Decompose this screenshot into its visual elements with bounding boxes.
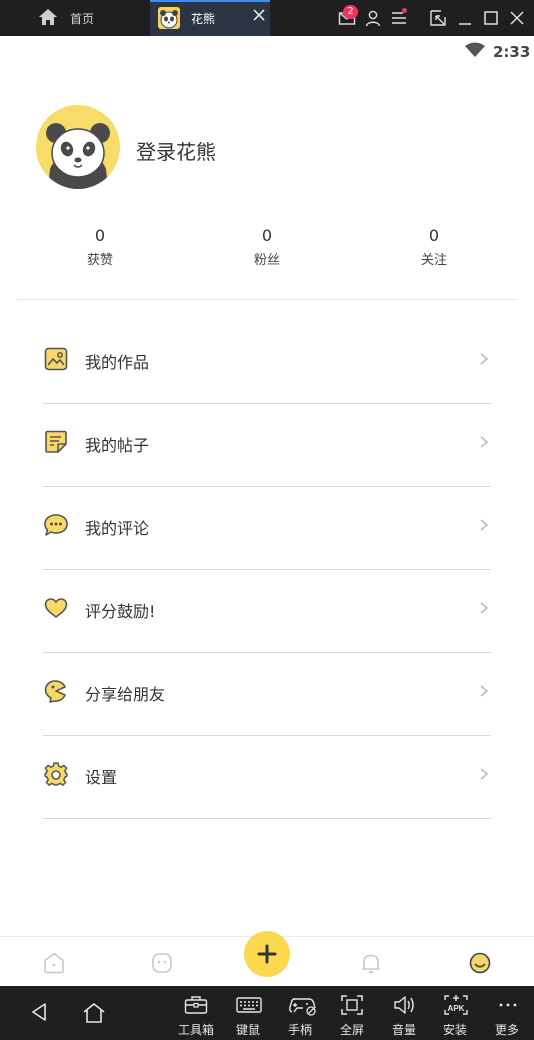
tool-label: 音量: [391, 1023, 416, 1037]
stat-likes[interactable]: 0 获赞: [60, 226, 140, 268]
tool-volume[interactable]: 音量: [379, 986, 429, 1040]
back-icon[interactable]: [30, 1002, 48, 1022]
wifi-icon: [465, 42, 485, 57]
chevron-right-icon: [480, 685, 489, 697]
fullscreen-icon: [341, 995, 363, 1015]
message-badge: 2: [343, 5, 358, 19]
chevron-right-icon: [480, 602, 489, 614]
stat-label: 粉丝: [253, 253, 280, 268]
stat-value: 0: [94, 226, 106, 245]
heart-icon: [44, 598, 68, 618]
emulator-toolbar: 工具箱 键鼠 手柄 全屏 音量 APK 安装 更多: [0, 986, 534, 1040]
menu-item-settings[interactable]: 设置: [43, 736, 491, 819]
volume-icon: [394, 996, 414, 1014]
emulator-title-bar: 首页 花熊 2: [0, 0, 534, 36]
home-icon[interactable]: [42, 951, 66, 975]
note-icon: [45, 430, 67, 453]
gear-icon: [44, 762, 68, 786]
status-time: 2:33: [493, 43, 531, 61]
menu-item-label: 评分鼓励!: [85, 602, 156, 621]
close-window-icon[interactable]: [508, 9, 526, 27]
chevron-right-icon: [480, 519, 489, 531]
menu-notification-dot: [402, 8, 407, 13]
tool-keyboard-mouse[interactable]: 键鼠: [223, 986, 273, 1040]
divider: [17, 299, 517, 300]
panda-app-icon: [158, 7, 180, 29]
stat-value: 0: [428, 226, 440, 245]
gamepad-icon: [289, 998, 316, 1016]
login-prompt[interactable]: 登录花熊: [136, 136, 216, 165]
tool-more[interactable]: 更多: [482, 986, 532, 1040]
menu-item-label: 我的帖子: [85, 436, 150, 455]
tab-app[interactable]: 花熊: [150, 0, 270, 36]
minimize-icon[interactable]: [456, 9, 474, 27]
tool-install-apk[interactable]: APK 安装: [430, 986, 480, 1040]
android-status-bar: 2:33: [0, 36, 534, 66]
tool-label: 手柄: [287, 1023, 312, 1037]
tool-gamepad[interactable]: 手柄: [275, 986, 325, 1040]
tool-fullscreen[interactable]: 全屏: [327, 986, 377, 1040]
menu-item-rate-us[interactable]: 评分鼓励!: [43, 570, 491, 653]
chevron-right-icon: [480, 436, 489, 448]
stat-followers[interactable]: 0 粉丝: [227, 226, 307, 268]
tool-label: 键鼠: [235, 1023, 260, 1037]
apk-icon: APK: [444, 995, 468, 1015]
stat-label: 关注: [420, 253, 447, 268]
share-icon: [44, 680, 66, 703]
more-icon: [499, 1003, 517, 1007]
maximize-icon[interactable]: [482, 9, 500, 27]
menu-item-my-comments[interactable]: 我的评论: [43, 487, 491, 570]
tool-toolbox[interactable]: 工具箱: [171, 986, 221, 1040]
android-home-icon[interactable]: [82, 1002, 106, 1024]
discover-icon[interactable]: [150, 951, 174, 975]
menu-item-label: 分享给朋友: [85, 685, 166, 704]
keyboard-icon: [236, 997, 262, 1013]
menu-item-label: 我的评论: [85, 519, 150, 538]
chevron-right-icon: [480, 768, 489, 780]
stat-label: 获赞: [86, 253, 113, 268]
menu-item-my-works[interactable]: 我的作品: [43, 321, 491, 404]
stat-following[interactable]: 0 关注: [394, 226, 474, 268]
bell-icon[interactable]: [359, 951, 383, 975]
menu-item-my-posts[interactable]: 我的帖子: [43, 404, 491, 487]
tab-home-label: 首页: [70, 12, 95, 26]
profile-smile-icon[interactable]: [468, 951, 492, 975]
add-button[interactable]: [244, 931, 290, 977]
home-icon: [39, 9, 57, 25]
stat-value: 0: [261, 226, 273, 245]
tab-home[interactable]: 首页: [0, 0, 150, 36]
user-icon[interactable]: [364, 9, 382, 27]
chevron-right-icon: [480, 353, 489, 365]
close-tab-icon[interactable]: [252, 8, 266, 22]
menu-item-label: 设置: [85, 768, 118, 787]
panda-avatar-icon: [46, 123, 110, 189]
comment-icon: [44, 514, 68, 536]
plus-icon: [257, 944, 277, 964]
tool-label: 安装: [442, 1023, 467, 1037]
menu-item-share[interactable]: 分享给朋友: [43, 653, 491, 736]
menu-item-label: 我的作品: [85, 353, 150, 372]
avatar[interactable]: [36, 105, 120, 189]
tool-label: 更多: [494, 1023, 519, 1037]
tool-label: 全屏: [339, 1023, 364, 1037]
restore-icon[interactable]: [429, 9, 447, 27]
toolbox-icon: [184, 996, 208, 1014]
picture-icon: [44, 347, 68, 371]
tab-app-label: 花熊: [191, 12, 216, 26]
svg-text:APK: APK: [448, 1004, 465, 1013]
tool-label: 工具箱: [177, 1023, 214, 1037]
